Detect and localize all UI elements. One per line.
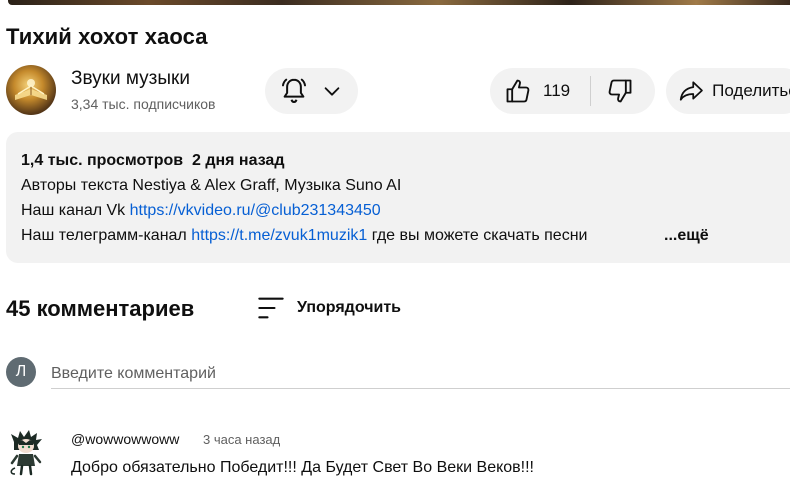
comment-input[interactable]	[51, 359, 790, 389]
sort-comments-button[interactable]: Упорядочить	[257, 295, 401, 321]
view-count-and-date: 1,4 тыс. просмотров 2 дня назад	[21, 152, 285, 169]
thumbs-down-icon	[608, 79, 632, 103]
dislike-button[interactable]	[591, 68, 655, 114]
video-title: Тихий хохот хаоса	[6, 24, 208, 49]
commenter-avatar[interactable]	[6, 428, 46, 476]
like-dislike-group: 119	[490, 68, 655, 114]
description-telegram-prefix: Наш телеграмм-канал	[21, 227, 192, 244]
telegram-link[interactable]: https://t.me/zvuk1muzik1	[191, 227, 367, 244]
share-button[interactable]: Поделиться	[666, 68, 790, 114]
share-arrow-icon	[679, 81, 703, 101]
vk-link[interactable]: https://vkvideo.ru/@club231343450	[130, 202, 381, 219]
sort-icon	[258, 297, 284, 319]
description-vk-prefix: Наш канал Vk	[21, 202, 130, 219]
sort-label: Упорядочить	[297, 299, 402, 316]
watch-page: Тихий хохот хаоса Звуки музыки 3,34 тыс.…	[0, 0, 790, 490]
like-button[interactable]: 119	[490, 68, 590, 114]
description-line-authors: Авторы текста Nestiya & Alex Graff, Музы…	[21, 177, 402, 194]
channel-name[interactable]: Звуки музыки	[71, 68, 190, 90]
like-count: 119	[543, 81, 571, 100]
bell-icon	[282, 78, 306, 104]
comment-timestamp[interactable]: 3 часа назад	[203, 432, 280, 447]
chevron-down-icon	[324, 87, 340, 96]
subscription-notifications-button[interactable]	[265, 68, 358, 114]
my-avatar[interactable]: Л	[6, 357, 36, 387]
channel-avatar[interactable]	[6, 65, 56, 115]
thumbs-up-icon	[506, 79, 530, 103]
anime-character-icon	[10, 430, 42, 476]
comment-text: Добро обязательно Победит!!! Да Будет Св…	[71, 459, 534, 476]
subscriber-count: 3,34 тыс. подписчиков	[71, 96, 216, 112]
description-telegram-suffix: где вы можете скачать песни	[367, 227, 588, 244]
show-more-button[interactable]: ...ещё	[656, 227, 709, 245]
video-player-bottom-edge[interactable]	[8, 0, 790, 5]
description-line-vk: Наш канал Vk https://vkvideo.ru/@club231…	[21, 202, 381, 220]
comment-author[interactable]: @wowwowwoww	[71, 431, 179, 447]
golden-book-icon	[15, 79, 47, 100]
share-label: Поделиться	[712, 81, 790, 100]
comments-count: 45 комментариев	[6, 296, 195, 321]
description-box[interactable]: 1,4 тыс. просмотров 2 дня назад Авторы т…	[6, 132, 790, 263]
description-line-telegram: Наш телеграмм-канал https://t.me/zvuk1mu…	[21, 227, 587, 245]
